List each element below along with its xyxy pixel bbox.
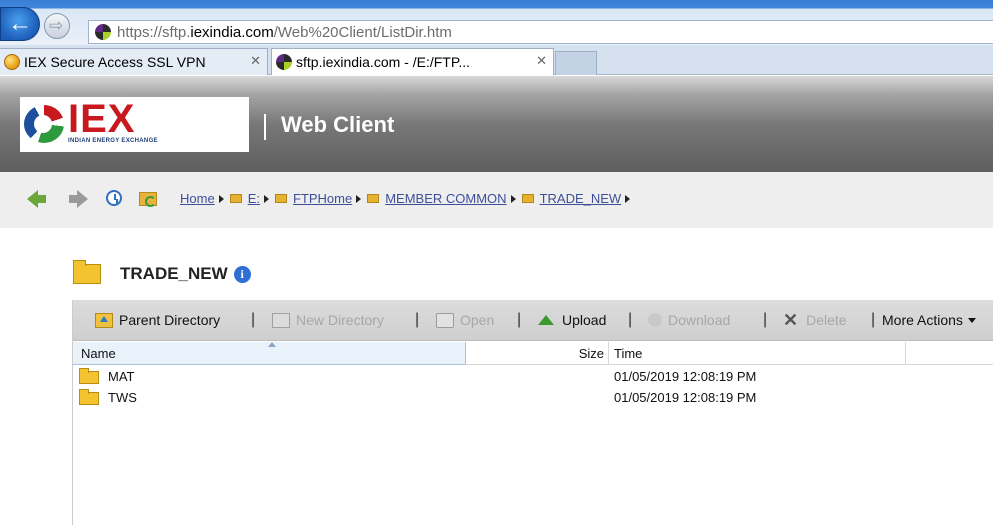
breadcrumb-member-common[interactable]: MEMBER COMMON [385, 191, 506, 206]
file-time: 01/05/2019 12:08:19 PM [614, 390, 757, 405]
delete-label: Delete [806, 312, 847, 328]
column-name-label: Name [81, 346, 116, 361]
current-folder-name: TRADE_NEW [120, 264, 228, 283]
url-path: /Web%20Client/ListDir.htm [273, 24, 452, 41]
more-actions-label: More Actions [882, 312, 963, 328]
breadcrumb-arrow-icon [263, 194, 269, 203]
forward-arrow-icon[interactable] [69, 190, 88, 208]
address-bar[interactable]: https://sftp.iexindia.com/Web%20Client/L… [88, 20, 993, 44]
upload-button[interactable]: Upload [538, 312, 606, 328]
folder-icon [367, 194, 380, 203]
tab-title: sftp.iexindia.com - /E:/FTP... [296, 54, 471, 70]
toolbar-divider: | [251, 311, 256, 328]
tab-sftp[interactable]: sftp.iexindia.com - /E:/FTP... ✕ [271, 48, 554, 75]
file-browser-panel: Parent Directory | New Directory | Open … [72, 300, 993, 525]
delete-button[interactable]: ✕ Delete [783, 310, 847, 330]
forward-arrow-icon: ⇨ [49, 16, 64, 35]
toolbar-divider: | [517, 311, 522, 328]
column-size-label: Size [578, 346, 604, 361]
back-arrow-icon[interactable] [27, 190, 46, 208]
table-row[interactable]: MAT 01/05/2019 12:08:19 PM [73, 366, 993, 387]
breadcrumb-arrow-icon [625, 194, 631, 203]
breadcrumb-arrow-icon [510, 194, 516, 203]
file-toolbar: Parent Directory | New Directory | Open … [73, 300, 993, 341]
browser-window: ← ⇨ https://sftp.iexindia.com/Web%20Clie… [0, 0, 993, 525]
toolbar-divider: | [871, 311, 876, 328]
toolbar-divider: | [628, 311, 633, 328]
new-tab-button[interactable] [555, 51, 597, 75]
forward-button[interactable]: ⇨ [44, 13, 70, 39]
site-identity-icon [95, 24, 111, 40]
current-folder-heading: TRADE_NEW i [73, 260, 251, 286]
page-title: Web Client [281, 112, 395, 137]
back-arrow-icon: ← [8, 10, 32, 37]
info-icon[interactable]: i [233, 265, 251, 283]
upload-label: Upload [562, 312, 607, 328]
tab-title: IEX Secure Access SSL VPN [24, 54, 206, 70]
breadcrumb-trade-new[interactable]: TRADE_NEW [540, 191, 622, 206]
header-divider [264, 114, 266, 140]
folder-icon [79, 368, 99, 384]
file-name[interactable]: TWS [108, 390, 137, 405]
logo-subtitle: INDIAN ENERGY EXCHANGE [68, 138, 158, 144]
parent-directory-label: Parent Directory [119, 312, 221, 328]
close-tab-icon[interactable]: ✕ [536, 53, 547, 69]
breadcrumb: Home E: FTPHome MEMBER COMMON TRADE_NEW [180, 191, 636, 206]
folder-icon [79, 389, 99, 405]
logo-swirl-icon [24, 105, 64, 143]
open-folder-icon [436, 312, 454, 328]
breadcrumb-home[interactable]: Home [180, 191, 215, 206]
new-folder-icon [272, 312, 290, 328]
breadcrumb-ftphome[interactable]: FTPHome [293, 191, 352, 206]
open-button[interactable]: Open [436, 312, 494, 328]
toolbar-divider: | [763, 311, 768, 328]
chevron-down-icon [967, 317, 976, 323]
download-label: Download [668, 312, 731, 328]
url-domain: iexindia.com [190, 24, 274, 41]
folder-icon [521, 194, 534, 203]
download-icon [648, 313, 662, 327]
folder-icon [229, 194, 242, 203]
folder-icon [274, 194, 287, 203]
parent-folder-icon [95, 312, 113, 328]
sort-ascending-icon [268, 342, 276, 347]
new-directory-label: New Directory [296, 312, 384, 328]
close-tab-icon[interactable]: ✕ [250, 53, 261, 69]
iex-logo: IEX INDIAN ENERGY EXCHANGE [20, 97, 249, 152]
tab-vpn[interactable]: IEX Secure Access SSL VPN ✕ [0, 48, 268, 75]
open-label: Open [460, 312, 495, 328]
address-bar-row: ← ⇨ https://sftp.iexindia.com/Web%20Clie… [0, 0, 993, 45]
file-list: MAT 01/05/2019 12:08:19 PM TWS 01/05/201… [73, 366, 993, 408]
parent-directory-button[interactable]: Parent Directory [95, 312, 220, 328]
upload-arrow-icon [538, 315, 554, 325]
globe-icon [4, 54, 20, 70]
app-header: IEX INDIAN ENERGY EXCHANGE Web Client [0, 76, 993, 172]
tab-strip: IEX Secure Access SSL VPN ✕ sftp.iexindi… [0, 45, 993, 75]
toolbar-divider: | [415, 311, 420, 328]
iex-site-icon [276, 54, 292, 70]
column-header-size[interactable]: Size [467, 342, 609, 365]
new-directory-button[interactable]: New Directory [272, 312, 384, 328]
file-table-header: Name Size Time [73, 342, 993, 365]
download-button[interactable]: Download [648, 312, 730, 328]
url-prefix: https://sftp. [117, 24, 191, 41]
history-icon[interactable] [106, 190, 122, 206]
more-actions-dropdown[interactable]: More Actions [882, 312, 976, 328]
delete-x-icon: ✕ [783, 310, 799, 330]
folder-icon [73, 260, 101, 284]
navigation-bar: Home E: FTPHome MEMBER COMMON TRADE_NEW [0, 172, 993, 228]
breadcrumb-arrow-icon [218, 194, 224, 203]
refresh-folder-icon[interactable] [139, 192, 157, 207]
url-text[interactable]: https://sftp.iexindia.com/Web%20Client/L… [117, 24, 452, 41]
logo-text: IEX [68, 97, 136, 141]
column-header-time[interactable]: Time [610, 342, 906, 365]
file-time: 01/05/2019 12:08:19 PM [614, 369, 757, 384]
file-name[interactable]: MAT [108, 369, 134, 384]
table-row[interactable]: TWS 01/05/2019 12:08:19 PM [73, 387, 993, 408]
column-header-name[interactable]: Name [73, 342, 466, 365]
breadcrumb-e-drive[interactable]: E: [248, 191, 260, 206]
breadcrumb-arrow-icon [356, 194, 362, 203]
back-button[interactable]: ← [0, 7, 40, 41]
column-time-label: Time [614, 346, 643, 361]
